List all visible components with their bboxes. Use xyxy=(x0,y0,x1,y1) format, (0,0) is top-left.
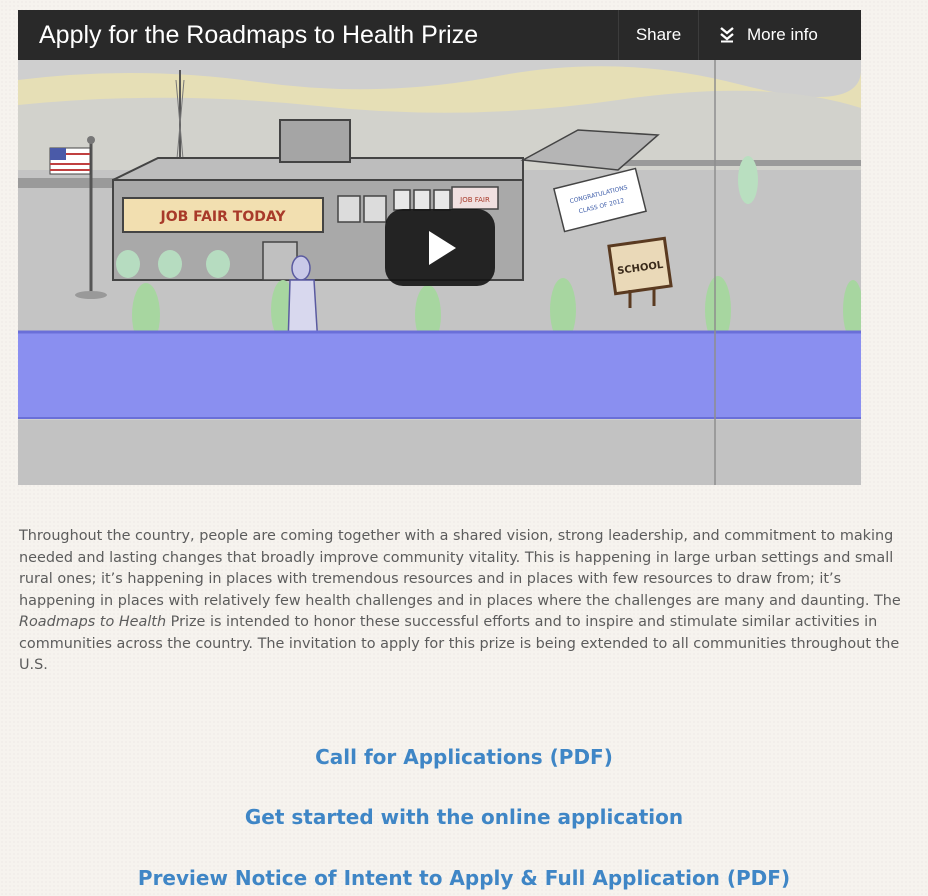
description-paragraph: Throughout the country, people are comin… xyxy=(19,526,919,677)
call-for-applications-link[interactable]: Call for Applications (PDF) xyxy=(0,745,928,769)
description-text-1: Throughout the country, people are comin… xyxy=(19,528,901,609)
description-emphasis: Roadmaps to Health xyxy=(19,614,167,630)
more-info-label: More info xyxy=(747,25,818,44)
preview-notice-link[interactable]: Preview Notice of Intent to Apply & Full… xyxy=(0,866,928,890)
play-button[interactable] xyxy=(385,209,495,286)
video-title-bar: Apply for the Roadmaps to Health Prize S… xyxy=(18,10,861,60)
play-icon xyxy=(429,230,456,265)
double-chevron-down-icon xyxy=(719,27,735,43)
video-title[interactable]: Apply for the Roadmaps to Health Prize xyxy=(18,21,618,50)
online-application-link[interactable]: Get started with the online application xyxy=(0,805,928,829)
video-player[interactable]: JOB FAIR TODAY JOB FAIR CONGRATULATIONS … xyxy=(18,10,861,485)
share-label: Share xyxy=(635,25,682,44)
window-sign: JOB FAIR xyxy=(459,196,490,204)
more-info-button[interactable]: More info xyxy=(698,10,861,60)
share-button[interactable]: Share xyxy=(618,10,698,60)
job-fair-sign: JOB FAIR TODAY xyxy=(159,209,286,225)
